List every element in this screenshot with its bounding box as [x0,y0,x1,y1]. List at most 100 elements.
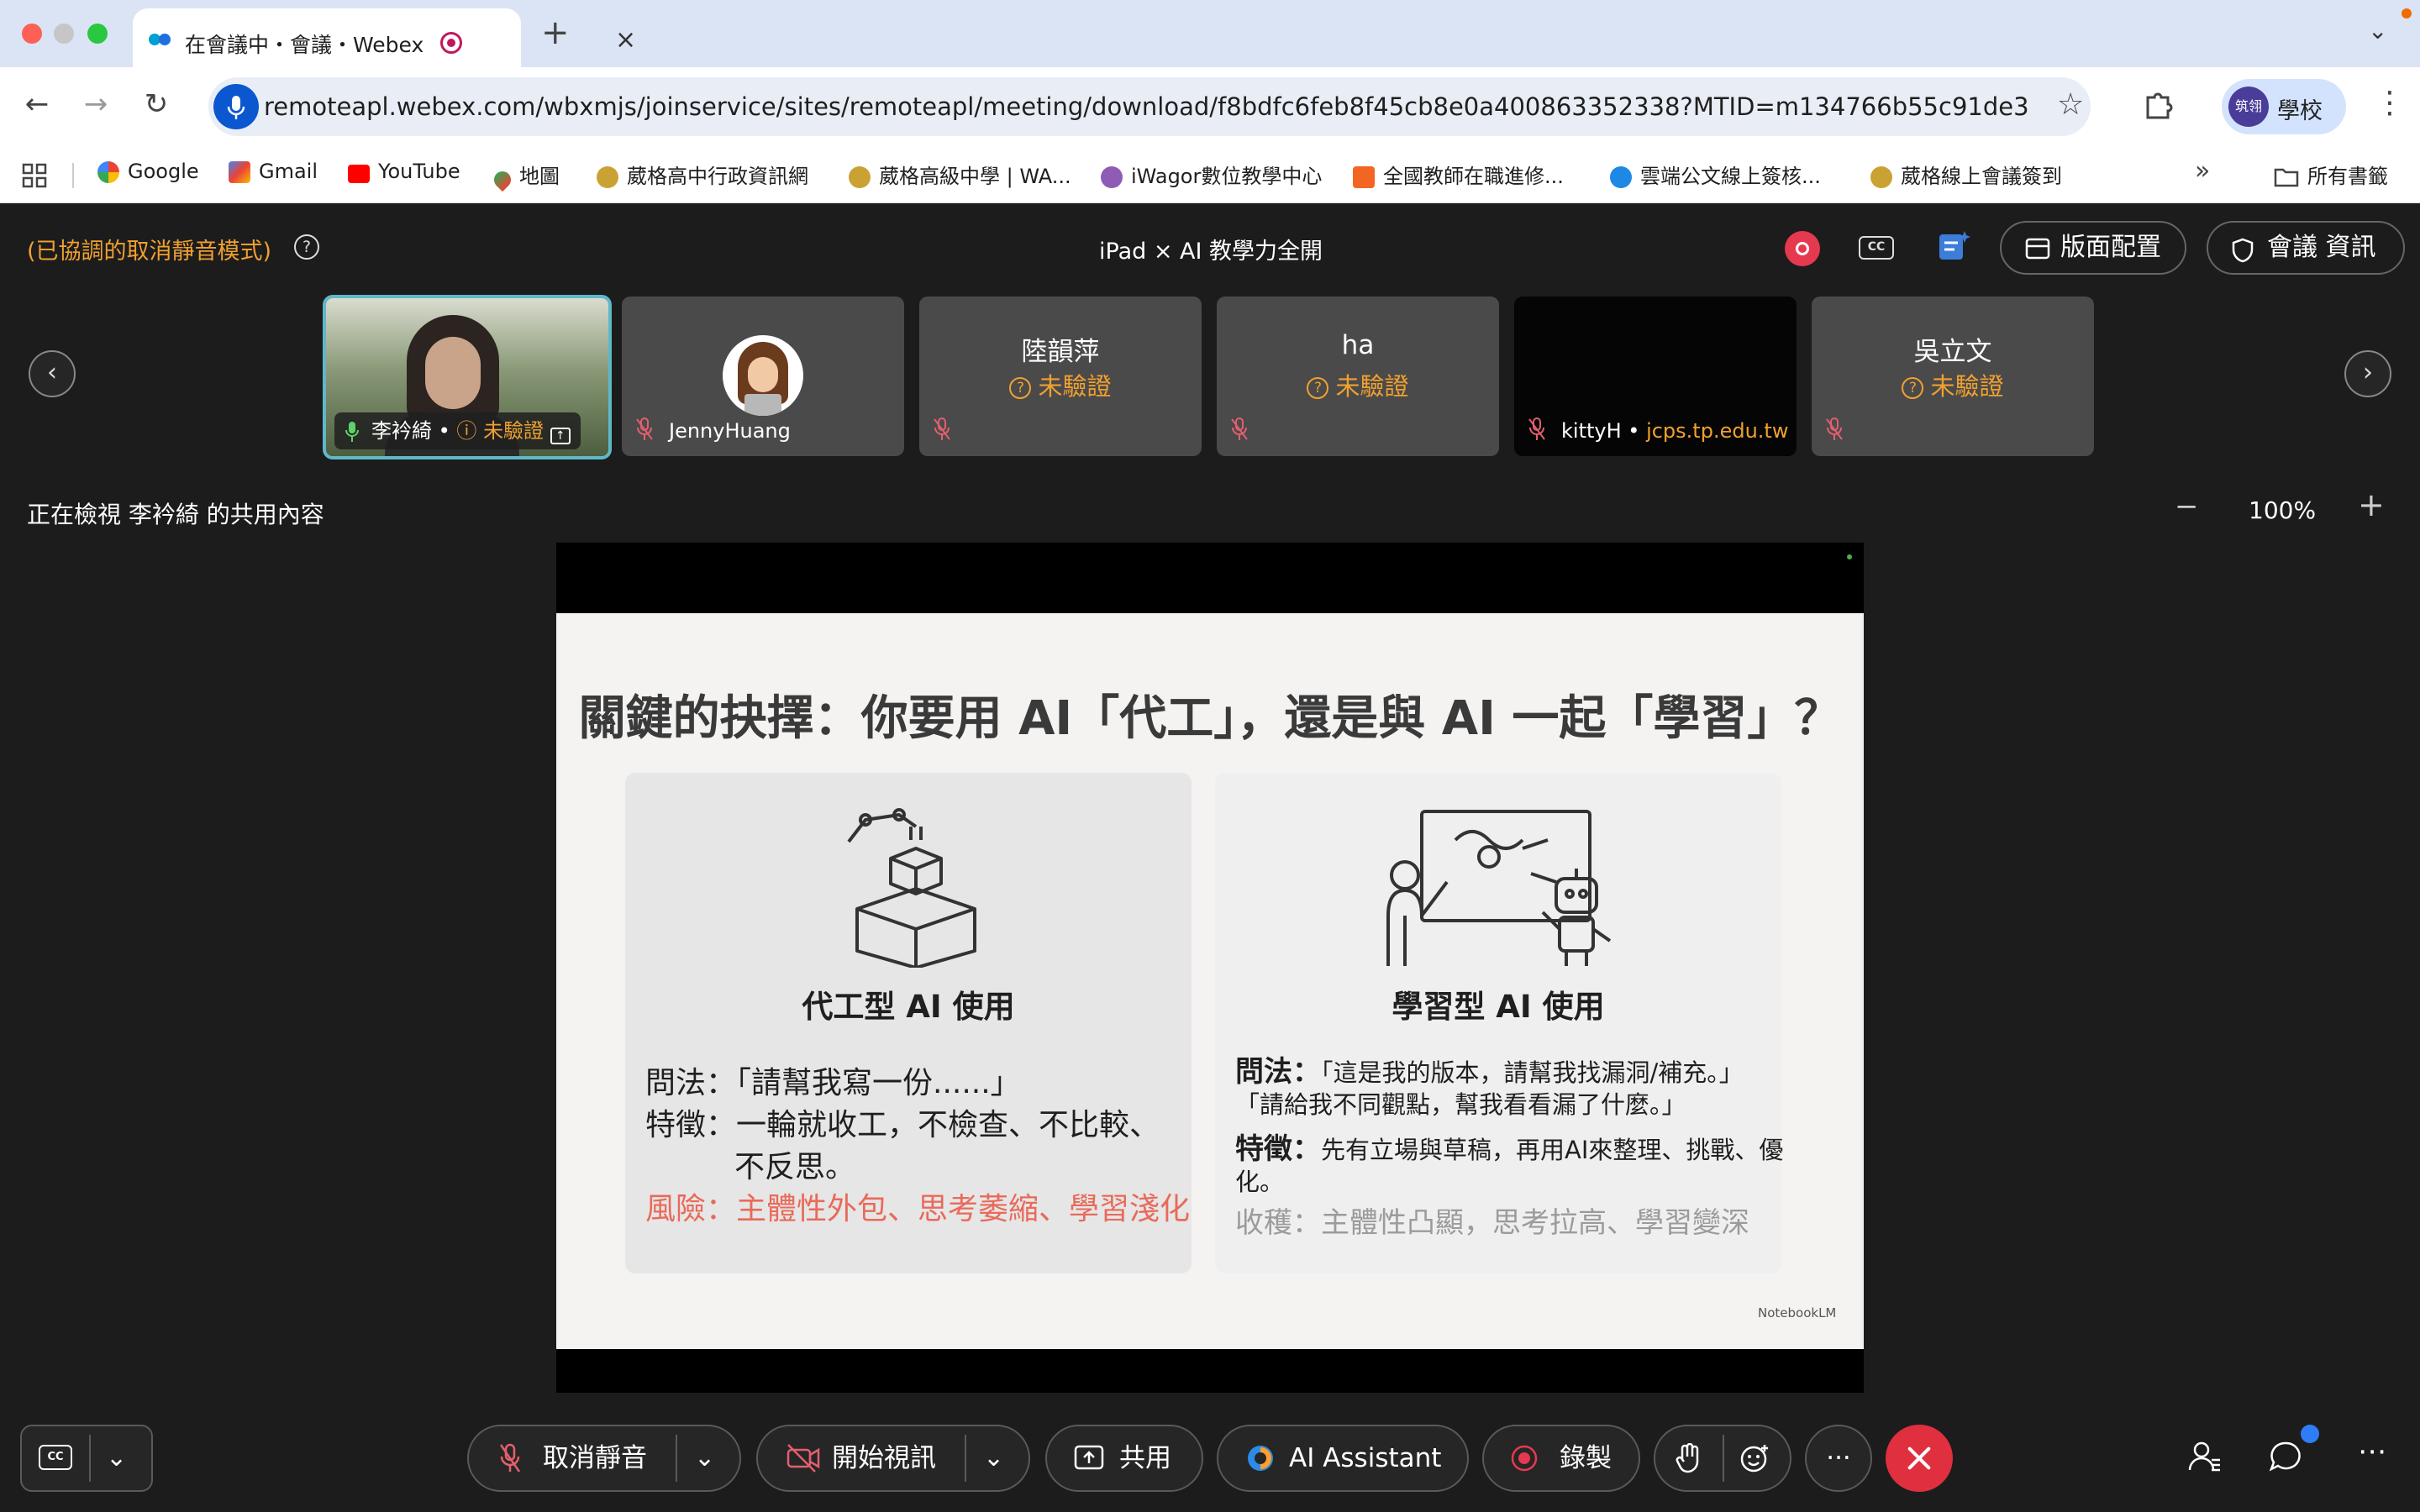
chat-icon[interactable] [2269,1440,2302,1473]
ai-notes-icon[interactable] [1936,228,1973,265]
profile-chip[interactable]: 筑翎 學校 [2222,79,2346,134]
participant-name: 吳立文 [1913,337,1992,367]
close-window-button[interactable] [22,24,42,44]
more-panels-icon[interactable]: ⋯ [2358,1435,2386,1468]
all-bookmarks-folder[interactable]: 所有書籤 [2274,160,2388,189]
maximize-window-button[interactable] [87,24,108,44]
maps-pin-icon [490,167,515,192]
start-video-control[interactable]: 開始視訊 ⌄ [756,1425,1030,1492]
participant-status: 未驗證 [1038,372,1112,401]
more-bookmarks-icon[interactable]: » [2195,156,2210,186]
recording-indicator-icon [1785,231,1820,266]
participant-tile[interactable]: 吳立文 ? 未驗證 [1812,297,2094,456]
bookmark-google[interactable]: Google [97,160,199,183]
more-options-button[interactable]: ··· [1805,1425,1872,1492]
control-divider [676,1435,677,1482]
bookmark-admin[interactable]: 葳格高中行政資訊網 [597,160,808,189]
closed-captions-icon[interactable]: CC [39,1445,72,1470]
zoom-in-button[interactable]: + [2358,486,2385,523]
tab-close-icon[interactable]: × [615,25,636,55]
card-ask-line: 「請給我不同觀點，幫我看看漏了什麼。」 [1235,1090,1686,1119]
bookmark-label: YouTube [378,160,460,183]
share-control[interactable]: 共用 [1045,1425,1203,1492]
bookmark-label: iWagor數位教學中心 [1131,165,1323,188]
filmstrip-next-button[interactable]: › [2344,350,2391,397]
apps-grid-icon[interactable] [22,163,47,188]
ai-assistant-label: AI Assistant [1289,1443,1442,1473]
feature-label: 特徵： [1235,1132,1321,1166]
microphone-active-icon [345,422,359,442]
meeting-info-button[interactable]: 會議 資訊 [2207,221,2405,275]
zoom-out-button[interactable]: − [2175,490,2199,523]
participant-tile[interactable]: JennyHuang [622,297,904,456]
bookmark-doc-signing[interactable]: 雲端公文線上簽核... [1610,160,1821,189]
active-tab[interactable]: 在會議中・會議・Webex × [133,8,636,69]
bookmark-maps[interactable]: 地圖 [490,160,560,192]
feature-text: 先有立場與草稿，再用AI來整理、挑戰、優 [1321,1136,1784,1164]
participant-tile[interactable]: ha ? 未驗證 [1217,297,1499,456]
new-tab-button[interactable]: + [541,13,570,52]
participant-status-row: ? 未驗證 [919,367,1202,402]
bookmark-iwagor[interactable]: iWagor數位教學中心 [1101,160,1322,189]
extensions-puzzle-icon[interactable] [2143,89,2173,119]
video-menu-chevron-icon[interactable]: ⌄ [983,1426,1004,1490]
record-label: 錄製 [1560,1443,1612,1473]
bookmark-gmail[interactable]: Gmail [229,160,318,183]
help-icon[interactable]: ? [294,234,319,260]
card-outsource-ai: 代工型 AI 使用 問法：「請幫我寫一份......」 特徵：一輪就收工，不檢查… [625,773,1192,1273]
bookmark-star-icon[interactable]: ☆ [2057,87,2084,122]
participant-status: 未驗證 [483,419,544,443]
record-control[interactable]: 錄製 [1482,1425,1640,1492]
card-learning-ai: 學習型 AI 使用 問法：「這是我的版本，請幫我找漏洞/補充。」 「請給我不同觀… [1215,773,1784,1273]
notebooklm-watermark: NotebookLM [1758,1305,1837,1320]
closed-captions-icon[interactable]: CC [1859,236,1894,260]
tab-search-chevron-icon[interactable]: ⌄ [2368,17,2387,45]
card-ask-line: 問法：「這是我的版本，請幫我找漏洞/補充。」 [1235,1048,1744,1089]
filmstrip-prev-button[interactable]: ‹ [29,350,76,397]
meeting-title: iPad × AI 教學力全開 [1099,239,1323,265]
audio-menu-chevron-icon[interactable]: ⌄ [694,1426,715,1490]
back-arrow-icon[interactable]: ← [18,87,55,121]
meeting-info-label: 會議 資訊 [2267,233,2376,262]
reactions-control[interactable] [1654,1425,1791,1492]
raise-hand-icon[interactable] [1676,1443,1701,1473]
captions-control[interactable]: CC ⌄ [20,1425,153,1492]
layout-button[interactable]: 版面配置 [2000,221,2186,275]
reload-icon[interactable]: ↻ [138,87,175,121]
bookmark-youtube[interactable]: YouTube [348,160,460,183]
ai-assistant-control[interactable]: AI Assistant [1217,1425,1469,1492]
bookmark-label: 全國教師在職進修... [1383,165,1564,188]
participant-tile[interactable]: 陸韻萍 ? 未驗證 [919,297,1202,456]
address-bar[interactable]: remoteapl.webex.com/wbxmjs/joinservice/s… [208,77,2091,136]
captions-menu-chevron-icon[interactable]: ⌄ [106,1426,127,1490]
card-feature-line: 化。 [1235,1168,1285,1196]
bookmark-label: 葳格線上會議簽到 [1901,165,2062,188]
unmute-control[interactable]: 取消靜音 ⌄ [467,1425,741,1492]
more-options-icon: ··· [1826,1443,1851,1473]
participant-tile[interactable]: kittyH • jcps.tp.edu.tw [1514,297,1797,456]
bookmark-label: 葳格高中行政資訊網 [627,165,808,188]
presentation-slide: 關鍵的抉擇：你要用 AI「代工」，還是與 AI 一起「學習」？ 代工型 AI 使… [556,613,1864,1349]
bookmark-school[interactable]: 葳格高級中學 | WA... [849,160,1071,189]
card-line: 問法：「請幫我寫一份......」 [645,1066,1021,1100]
bookmark-meeting-signin[interactable]: 葳格線上會議簽到 [1870,160,2062,189]
emoji-reaction-icon[interactable] [1739,1443,1770,1473]
forward-arrow-icon[interactable]: → [77,87,114,121]
google-icon [97,161,119,183]
school-crest-icon [849,166,871,188]
bookmark-teacher-training[interactable]: 全國教師在職進修... [1353,160,1564,189]
microphone-icon[interactable] [213,84,259,129]
leave-meeting-button[interactable] [1886,1425,1953,1492]
unverified-question-icon: ? [1009,377,1032,399]
participant-name: 李衿綺 [371,419,432,443]
training-icon [1353,166,1375,188]
unverified-question-icon: ⓘ [456,419,477,443]
minimize-window-button[interactable] [54,24,74,44]
all-bookmarks-label: 所有書籤 [2307,165,2388,188]
participants-icon[interactable] [2188,1440,2222,1473]
participant-tile-self[interactable]: 李衿綺 • ⓘ 未驗證 ↑ [323,295,612,459]
card-line: 特徵：一輪就收工，不檢查、不比較、 [645,1108,1160,1142]
iwagor-icon [1101,166,1123,188]
participant-status: 未驗證 [1335,372,1409,401]
browser-menu-icon[interactable]: ⋮ [2375,86,2405,120]
